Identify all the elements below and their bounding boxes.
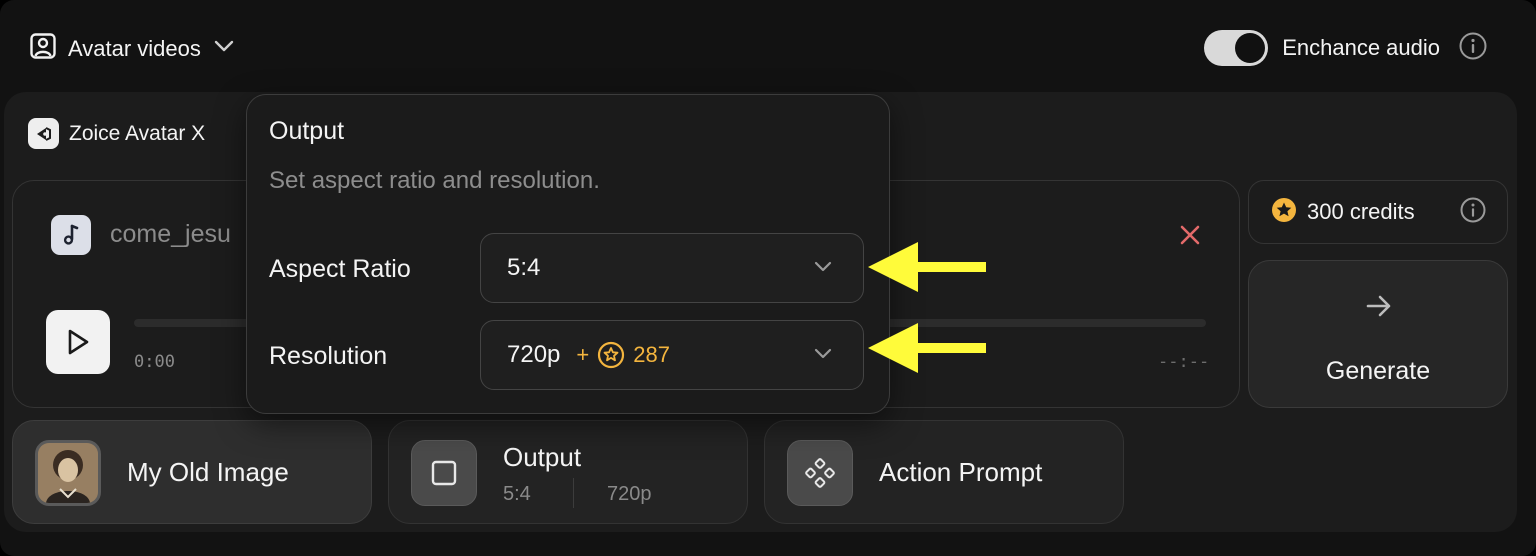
model-logo-icon	[28, 118, 59, 149]
credits-badge: 300 credits	[1248, 180, 1508, 244]
avatar-icon	[30, 33, 56, 64]
image-card[interactable]: My Old Image	[12, 420, 372, 524]
chevron-down-icon	[213, 39, 235, 58]
annotation-arrow-icon	[868, 242, 986, 292]
aspect-ratio-label: Aspect Ratio	[269, 255, 411, 283]
aspect-ratio-select[interactable]: 5:4	[480, 233, 864, 303]
image-card-label: My Old Image	[127, 457, 289, 487]
divider	[573, 478, 574, 508]
output-card-aspect: 5:4	[503, 483, 531, 505]
resolution-value: 720p	[507, 341, 561, 368]
model-selector[interactable]: Zoice Avatar X	[28, 118, 205, 149]
arrow-right-icon	[1364, 291, 1394, 326]
toggle-knob	[1235, 33, 1266, 63]
model-label: Zoice Avatar X	[69, 121, 206, 145]
action-icon-frame	[787, 440, 853, 506]
output-card-resolution: 720p	[607, 483, 652, 505]
output-icon-frame	[411, 440, 477, 506]
audio-time-current: 0:00	[134, 352, 175, 372]
star-coin-icon	[1271, 197, 1297, 228]
generate-button[interactable]: Generate	[1248, 260, 1508, 408]
resolution-select[interactable]: 720p + 287	[480, 320, 864, 390]
output-settings-popover: Output Set aspect ratio and resolution. …	[246, 94, 890, 414]
action-prompt-label: Action Prompt	[879, 457, 1043, 487]
popover-description: Set aspect ratio and resolution.	[269, 167, 600, 194]
chevron-down-icon	[813, 260, 833, 279]
resolution-cost: 287	[633, 342, 670, 367]
portrait-thumbnail	[38, 443, 98, 503]
app-window: Avatar videos Enchance audio Zoice Avata…	[0, 0, 1536, 556]
resolution-label: Resolution	[269, 342, 388, 370]
close-icon	[1180, 225, 1200, 245]
credits-label: 300 credits	[1307, 199, 1415, 224]
play-icon	[68, 329, 89, 355]
remove-audio-button[interactable]	[1176, 221, 1204, 249]
play-button[interactable]	[46, 310, 110, 374]
chevron-down-icon	[813, 347, 833, 366]
resolution-cost-plus: +	[576, 342, 590, 367]
popover-title: Output	[269, 117, 345, 145]
output-card-title: Output	[503, 442, 582, 472]
action-diamonds-icon	[805, 458, 835, 488]
square-icon	[431, 460, 457, 486]
info-icon[interactable]	[1458, 31, 1488, 66]
music-note-icon	[51, 215, 91, 255]
mode-label: Avatar videos	[68, 35, 201, 61]
credits-info-icon[interactable]	[1459, 196, 1487, 229]
audio-file-name: come_jesu	[110, 220, 231, 248]
generate-label: Generate	[1325, 357, 1431, 385]
image-thumbnail-frame	[35, 440, 101, 506]
enhance-audio-control: Enchance audio	[1204, 30, 1488, 66]
enhance-audio-toggle[interactable]	[1204, 30, 1269, 66]
action-prompt-card[interactable]: Action Prompt	[764, 420, 1124, 524]
enhance-audio-label: Enchance audio	[1282, 35, 1440, 60]
star-coin-icon	[597, 341, 625, 369]
audio-time-total: --:--	[1158, 352, 1210, 372]
mode-selector[interactable]: Avatar videos	[30, 33, 235, 64]
output-card[interactable]: Output 5:4 720p	[388, 420, 748, 524]
annotation-arrow-icon	[868, 323, 986, 373]
aspect-ratio-value: 5:4	[507, 254, 541, 281]
